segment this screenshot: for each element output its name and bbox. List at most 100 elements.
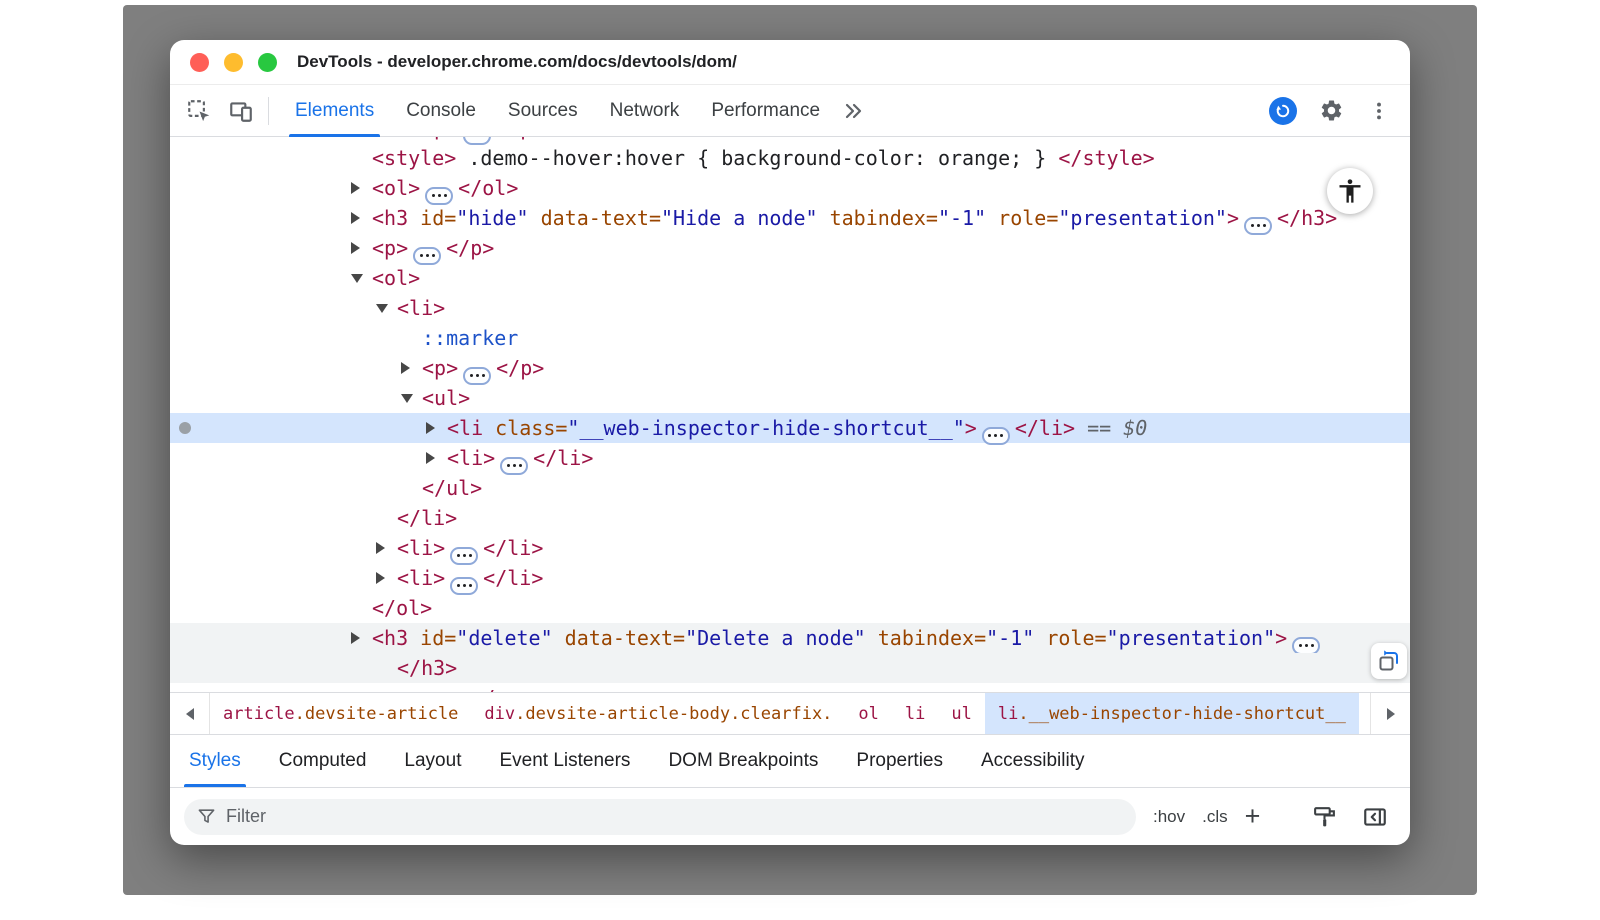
ellipsis-dots-icon [426,254,429,257]
ellipsis-dots-icon [476,374,479,377]
panel-tab-console[interactable]: Console [390,85,492,136]
breadcrumb: article.devsite-articlediv.devsite-artic… [210,693,1370,734]
inline-expand-button[interactable] [1244,217,1272,235]
paint-roller-icon[interactable] [1307,800,1341,834]
inline-expand-button[interactable] [413,247,441,265]
tab-computed[interactable]: Computed [260,735,386,787]
inline-expand-button[interactable] [500,457,528,475]
dom-tree-row[interactable]: ::marker [170,323,1410,353]
dom-tree-row[interactable]: <ol> [170,263,1410,293]
chevron-right-icon [1387,708,1395,720]
devtools-toolbar: ElementsConsoleSourcesNetworkPerformance [170,85,1410,137]
tab-dom-breakpoints[interactable]: DOM Breakpoints [649,735,837,787]
element-classes-button[interactable]: .cls [1202,807,1228,827]
dom-tree-row[interactable]: <li></li> [170,533,1410,563]
close-window-button[interactable] [190,53,209,72]
collapse-arrow-icon[interactable] [351,274,363,283]
inline-expand-button[interactable] [450,547,478,565]
window-title: DevTools - developer.chrome.com/docs/dev… [297,52,737,72]
dom-tree-row[interactable]: <h3 id="hide" data-text="Hide a node" ta… [170,203,1410,233]
panel-tab-performance[interactable]: Performance [695,85,836,136]
expand-arrow-icon[interactable] [351,242,360,254]
kebab-menu-icon[interactable] [1362,94,1396,128]
accessibility-icon [1336,177,1364,205]
toolbar-right-icons [1266,94,1396,128]
dom-tree-row-selected[interactable]: <li class="__web-inspector-hide-shortcut… [170,413,1410,443]
zoom-window-button[interactable] [258,53,277,72]
sync-icon-badge [1269,97,1297,125]
tab-properties[interactable]: Properties [837,735,962,787]
dom-tree-row[interactable]: <h3 id="delete" data-text="Delete a node… [170,623,1410,653]
inline-expand-button[interactable] [450,577,478,595]
tab-styles[interactable]: Styles [170,735,260,787]
expand-arrow-icon[interactable] [351,182,360,194]
toolbar-left-icons [182,94,258,128]
dom-tree-row[interactable]: </ol> [170,593,1410,623]
breadcrumb-item-ul[interactable]: ul [938,693,984,734]
dom-tree-row[interactable]: <p></p> [170,683,1410,693]
tab-accessibility[interactable]: Accessibility [962,735,1103,787]
inline-expand-button[interactable] [425,187,453,205]
expand-arrow-icon[interactable] [426,452,435,464]
dom-tree-row[interactable]: <ol></ol> [170,173,1410,203]
dom-tree-row[interactable]: <p></p> [170,233,1410,263]
expand-arrow-icon[interactable] [351,212,360,224]
dom-tree-row[interactable]: </ul> [170,473,1410,503]
breadcrumb-scroll-left-button[interactable] [170,693,210,734]
panel-tab-elements[interactable]: Elements [279,85,390,136]
dom-tree-lines: <p></p> <style> .demo--hover:hover { back… [170,137,1410,693]
tab-layout[interactable]: Layout [385,735,480,787]
sync-icon[interactable] [1266,94,1300,128]
expand-arrow-icon[interactable] [351,632,360,644]
accessibility-button[interactable] [1327,168,1373,214]
dom-tree-row[interactable]: </li> [170,503,1410,533]
sidebar-tab-strip: StylesComputedLayoutEvent ListenersDOM B… [170,735,1410,788]
breadcrumb-item-li[interactable]: li [892,693,938,734]
window-controls [190,53,277,72]
inline-expand-button[interactable] [463,367,491,385]
inspect-icon[interactable] [182,94,216,128]
breadcrumb-scroll-right-button[interactable] [1370,693,1410,734]
dom-tree-row[interactable]: <p></p> [170,353,1410,383]
settings-gear-icon[interactable] [1314,94,1348,128]
panel-tab-network[interactable]: Network [594,85,696,136]
dom-tree-row[interactable]: </h3> [170,653,1410,683]
expand-arrow-icon[interactable] [426,422,435,434]
dom-tree-row[interactable]: <li></li> [170,563,1410,593]
breadcrumb-item-article[interactable]: article.devsite-article [210,693,471,734]
breadcrumb-item-ol[interactable]: ol [845,693,891,734]
expand-arrow-icon[interactable] [376,572,385,584]
breadcrumb-item-li[interactable]: li.__web-inspector-hide-shortcut__ [985,693,1359,734]
breadcrumb-item-div[interactable]: div.devsite-article-body.clearfix. [471,693,845,734]
inline-expand-button[interactable] [982,427,1010,445]
styles-filter-input[interactable]: Filter [184,799,1136,835]
scroll-into-view-button[interactable] [1371,643,1407,679]
ellipsis-dots-icon [463,554,466,557]
breadcrumb-bar: article.devsite-articlediv.devsite-artic… [170,693,1410,735]
toggle-element-state-button[interactable]: :hov [1153,807,1185,827]
dom-tree-row[interactable]: <ul> [170,383,1410,413]
collapse-arrow-icon[interactable] [401,394,413,403]
panel-tab-sources[interactable]: Sources [492,85,594,136]
sidebar-toggle-icon[interactable] [1358,800,1392,834]
devtools-window: DevTools - developer.chrome.com/docs/dev… [170,40,1410,845]
expand-arrow-icon[interactable] [376,692,385,693]
ellipsis-dots-icon [994,434,997,437]
dom-tree-row[interactable]: <li></li> [170,443,1410,473]
dom-tree-row[interactable]: <li> [170,293,1410,323]
collapse-arrow-icon[interactable] [376,304,388,313]
filter-funnel-icon [197,807,216,826]
ellipsis-dots-icon [513,464,516,467]
tab-event-listeners[interactable]: Event Listeners [480,735,649,787]
expand-arrow-icon[interactable] [376,542,385,554]
new-style-rule-button[interactable]: + [1245,803,1261,830]
inline-expand-button[interactable] [1292,637,1320,655]
device-toolbar-icon[interactable] [224,94,258,128]
minimize-window-button[interactable] [224,53,243,72]
expand-arrow-icon[interactable] [401,362,410,374]
more-panels-icon[interactable] [836,94,870,128]
dom-tree-row[interactable]: <style> .demo--hover:hover { background-… [170,143,1410,173]
scroll-into-view-icon [1377,649,1401,673]
selected-node-marker-dot [179,422,191,434]
chevron-left-icon [186,708,194,720]
